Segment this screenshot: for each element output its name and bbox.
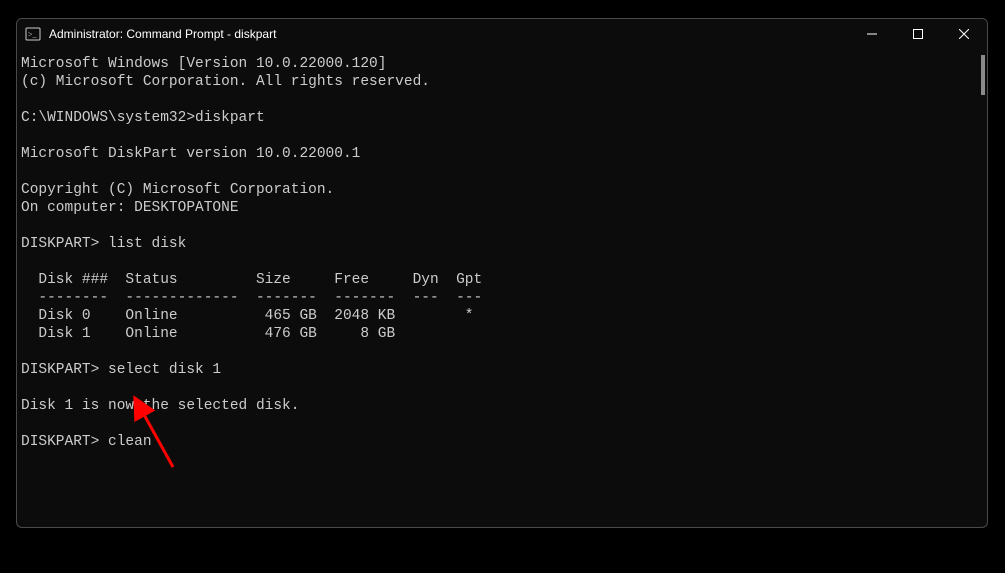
console-output: Microsoft Windows [Version 10.0.22000.12… xyxy=(21,55,983,451)
cmd-icon: >_ xyxy=(25,26,41,42)
close-button[interactable] xyxy=(941,19,987,49)
command-prompt-window: >_ Administrator: Command Prompt - diskp… xyxy=(16,18,988,528)
window-title: Administrator: Command Prompt - diskpart xyxy=(49,27,849,41)
maximize-button[interactable] xyxy=(895,19,941,49)
console-area[interactable]: Microsoft Windows [Version 10.0.22000.12… xyxy=(17,49,987,527)
window-controls xyxy=(849,19,987,49)
titlebar[interactable]: >_ Administrator: Command Prompt - diskp… xyxy=(17,19,987,49)
minimize-button[interactable] xyxy=(849,19,895,49)
scrollbar-thumb[interactable] xyxy=(981,55,985,95)
svg-text:>_: >_ xyxy=(28,30,38,39)
